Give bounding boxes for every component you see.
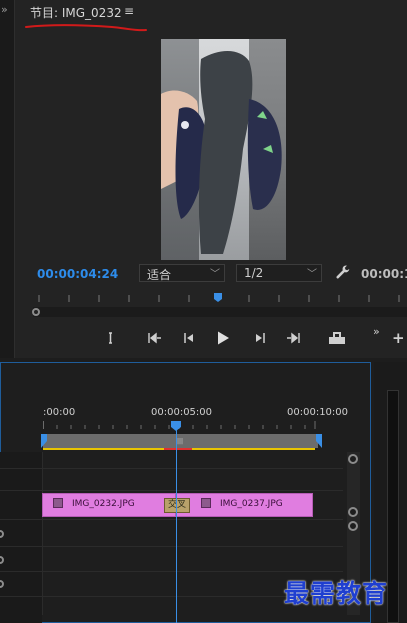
zoom-scroll-handle[interactable] [32,308,40,316]
fit-dropdown-label: 适合 [147,268,172,282]
track-divider [0,519,343,520]
track-divider [0,546,343,547]
track-divider [0,490,343,491]
track-divider [0,571,343,572]
fit-dropdown[interactable]: 适合 ﹀ [139,264,225,282]
audio-meter [387,390,399,623]
mark-in-icon[interactable] [100,330,120,346]
image-clip-icon [53,498,63,508]
panel-overflow-icon[interactable]: » [1,3,8,16]
scroll-handle-bottom[interactable] [348,507,358,517]
track-height-handle[interactable] [0,580,4,588]
ruler-label: :00:00 [43,407,76,418]
watermark-logo: 最需教育 [284,579,389,608]
track-height-handle[interactable] [0,556,4,564]
render-bar-red [164,448,192,450]
timeline-ruler-ticks[interactable] [43,421,319,429]
playhead-line [176,425,177,623]
ruler-label: 00:00:10:00 [287,407,349,418]
clip-name: IMG_0237.JPG [220,499,283,509]
left-panel-strip [0,0,15,358]
step-back-icon[interactable] [179,330,199,346]
scroll-handle-top[interactable] [348,521,358,531]
monitor-zoom-scrollbar[interactable] [33,307,407,317]
resolution-dropdown[interactable]: 1/2 ﹀ [236,264,322,282]
hamburger-menu-icon[interactable]: ≡ [124,4,134,18]
wrench-icon[interactable] [335,264,351,280]
chevron-down-icon: ﹀ [210,269,220,280]
play-icon[interactable] [213,330,233,346]
ruler-label: 00:00:05:00 [151,407,213,418]
track-divider [0,468,343,469]
clip-name: IMG_0232.JPG [72,499,135,509]
image-clip-icon [201,498,211,508]
track-headers [0,452,42,623]
add-button[interactable]: + [392,329,405,347]
work-area-bar[interactable]: ||| [41,434,322,448]
video-preview [161,39,286,260]
clip-img-0237[interactable]: IMG_0237.JPG [176,493,313,517]
export-frame-icon[interactable] [326,330,348,346]
track-height-handle[interactable] [0,530,4,538]
duration-timecode: 00:00:1 [361,267,407,281]
go-to-in-icon[interactable] [145,330,165,346]
transition-effect[interactable]: 交叉 [164,498,190,513]
current-timecode[interactable]: 00:00:04:24 [37,267,118,281]
more-icon[interactable]: » [373,325,380,338]
track-header-divider [42,452,43,615]
resolution-dropdown-label: 1/2 [244,266,264,280]
step-forward-icon[interactable] [250,330,270,346]
scroll-handle-top[interactable] [348,454,358,464]
monitor-time-ruler[interactable] [37,290,407,302]
go-to-out-icon[interactable] [283,330,303,346]
clip-img-0232[interactable]: IMG_0232.JPG [42,493,176,517]
red-annotation-underline [25,24,147,32]
work-area-grip-icon: ||| [177,438,184,445]
program-monitor-tab[interactable]: 节目: IMG_0232 [30,4,122,21]
playhead-handle[interactable] [171,421,181,431]
cat-image [161,50,282,254]
chevron-down-icon: ﹀ [307,269,317,280]
